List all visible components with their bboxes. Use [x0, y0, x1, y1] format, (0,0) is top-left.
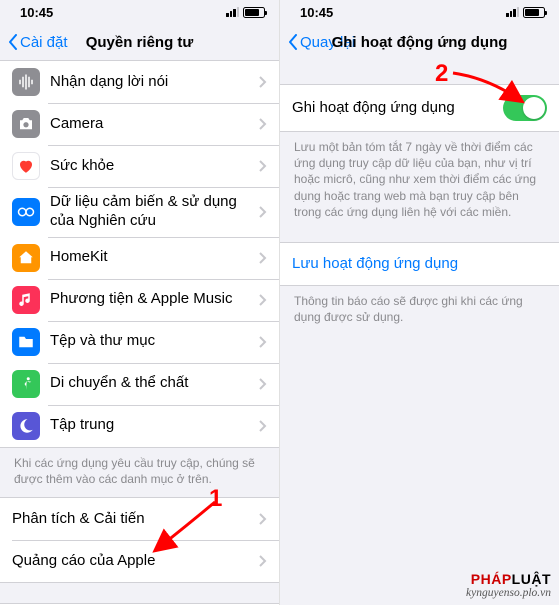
row-focus[interactable]: Tập trung — [0, 405, 279, 447]
chevron-left-icon — [288, 34, 298, 50]
row-label: Tệp và thư mục — [50, 332, 253, 351]
chevron-right-icon — [259, 294, 267, 306]
row-label: Di chuyển & thể chất — [50, 374, 253, 393]
group1-footer: Khi các ứng dụng yêu cầu truy cập, chúng… — [0, 448, 279, 497]
privacy-group-1: Nhận dạng lời nói Camera Sức khỏe Dữ liệ… — [0, 60, 279, 448]
chevron-right-icon — [259, 206, 267, 218]
home-icon — [12, 244, 40, 272]
page-title: Ghi hoạt động ứng dụng — [332, 34, 508, 51]
nav-bar: Cài đặt Quyền riêng tư — [0, 24, 279, 60]
row-research[interactable]: Dữ liệu cảm biến & sử dụng của Nghiên cứ… — [0, 187, 279, 237]
watermark: PHÁPLUẬT kynguyenso.plo.vn — [466, 571, 551, 599]
row-health[interactable]: Sức khỏe — [0, 145, 279, 187]
row-label: Tập trung — [50, 416, 253, 435]
chevron-right-icon — [259, 160, 267, 172]
save-footer: Thông tin báo cáo sẽ được ghi khi các ứn… — [280, 286, 559, 335]
row-homekit[interactable]: HomeKit — [0, 237, 279, 279]
chevron-right-icon — [259, 420, 267, 432]
chevron-left-icon — [8, 34, 18, 50]
right-pane: 10:45 Quay lại Ghi hoạt động ứng dụng Gh… — [279, 0, 559, 605]
save-activity-button[interactable]: Lưu hoạt động ứng dụng — [280, 243, 559, 285]
chevron-right-icon — [259, 336, 267, 348]
status-indicators — [226, 7, 265, 18]
row-label: Camera — [50, 115, 253, 134]
music-icon — [12, 286, 40, 314]
chevron-right-icon — [259, 252, 267, 264]
signal-icon — [506, 7, 519, 17]
row-label: HomeKit — [50, 248, 253, 267]
left-pane: 10:45 Cài đặt Quyền riêng tư Nhận dạng l… — [0, 0, 279, 605]
content-right: Ghi hoạt động ứng dụng Lưu một bản tóm t… — [280, 60, 559, 605]
heart-icon — [12, 152, 40, 180]
row-apple-ads[interactable]: Quảng cáo của Apple — [0, 540, 279, 582]
chart-icon — [12, 198, 40, 226]
status-indicators — [506, 7, 545, 18]
row-analytics[interactable]: Phân tích & Cải tiến — [0, 498, 279, 540]
chevron-right-icon — [259, 378, 267, 390]
row-label: Phân tích & Cải tiến — [12, 510, 253, 529]
row-media[interactable]: Phương tiện & Apple Music — [0, 279, 279, 321]
status-time: 10:45 — [20, 5, 53, 20]
run-icon — [12, 370, 40, 398]
status-bar: 10:45 — [0, 0, 279, 24]
chevron-right-icon — [259, 76, 267, 88]
moon-icon — [12, 412, 40, 440]
content-left: Nhận dạng lời nói Camera Sức khỏe Dữ liệ… — [0, 60, 279, 605]
folder-icon — [12, 328, 40, 356]
row-label: Phương tiện & Apple Music — [50, 290, 253, 309]
row-label: Dữ liệu cảm biến & sử dụng của Nghiên cứ… — [50, 193, 253, 231]
back-button[interactable]: Cài đặt — [8, 34, 68, 51]
row-motion[interactable]: Di chuyển & thể chất — [0, 363, 279, 405]
status-bar: 10:45 — [280, 0, 559, 24]
toggle-label: Ghi hoạt động ứng dụng — [292, 99, 503, 118]
back-label: Cài đặt — [20, 34, 68, 51]
row-label: Nhận dạng lời nói — [50, 73, 253, 92]
save-group: Lưu hoạt động ứng dụng — [280, 242, 559, 286]
toggle-footer: Lưu một bản tóm tắt 7 ngày về thời điểm … — [280, 132, 559, 230]
page-title: Quyền riêng tư — [86, 34, 194, 51]
watermark-brand: PHÁPLUẬT — [466, 571, 551, 587]
chevron-right-icon — [259, 118, 267, 130]
chevron-right-icon — [259, 555, 267, 567]
battery-icon — [523, 7, 545, 18]
status-time: 10:45 — [300, 5, 333, 20]
signal-icon — [226, 7, 239, 17]
privacy-group-2: Phân tích & Cải tiến Quảng cáo của Apple — [0, 497, 279, 583]
row-camera[interactable]: Camera — [0, 103, 279, 145]
battery-icon — [243, 7, 265, 18]
nav-bar: Quay lại Ghi hoạt động ứng dụng — [280, 24, 559, 60]
row-label: Sức khỏe — [50, 157, 253, 176]
row-speech[interactable]: Nhận dạng lời nói — [0, 61, 279, 103]
row-record-toggle[interactable]: Ghi hoạt động ứng dụng — [280, 85, 559, 131]
watermark-url: kynguyenso.plo.vn — [466, 587, 551, 599]
row-files[interactable]: Tệp và thư mục — [0, 321, 279, 363]
camera-icon — [12, 110, 40, 138]
chevron-right-icon — [259, 513, 267, 525]
waveform-icon — [12, 68, 40, 96]
save-label: Lưu hoạt động ứng dụng — [292, 255, 547, 274]
toggle-group: Ghi hoạt động ứng dụng — [280, 84, 559, 132]
row-label: Quảng cáo của Apple — [12, 552, 253, 571]
toggle-switch[interactable] — [503, 95, 547, 121]
